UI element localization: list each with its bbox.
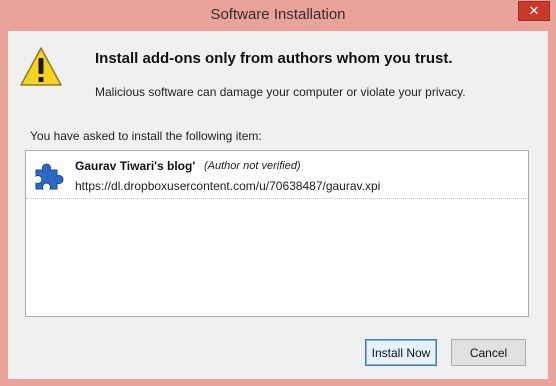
addon-url: https://dl.dropboxusercontent.com/u/7063… [75, 179, 381, 193]
cancel-button[interactable]: Cancel [451, 339, 526, 366]
list-item[interactable]: Gaurav Tiwari's blog' (Author not verifi… [26, 151, 528, 199]
warning-subtext: Malicious software can damage your compu… [95, 85, 466, 99]
warning-triangle-icon [20, 47, 62, 86]
list-caption: You have asked to install the following … [30, 129, 262, 143]
install-items-list[interactable]: Gaurav Tiwari's blog' (Author not verifi… [25, 150, 529, 317]
author-status: (Author not verified) [204, 160, 301, 172]
close-icon: ✕ [528, 3, 540, 18]
puzzle-piece-icon [35, 163, 64, 190]
install-now-button[interactable]: Install Now [365, 339, 437, 366]
dialog-content: Install add-ons only from authors whom y… [8, 31, 548, 379]
addon-name: Gaurav Tiwari's blog' [75, 159, 196, 173]
close-button[interactable]: ✕ [518, 1, 550, 21]
window-title: Software Installation [210, 6, 346, 23]
warning-headline: Install add-ons only from authors whom y… [95, 50, 453, 67]
title-bar[interactable]: Software Installation ✕ [0, 0, 556, 30]
dialog-window: Software Installation ✕ Install add-ons … [0, 0, 556, 386]
